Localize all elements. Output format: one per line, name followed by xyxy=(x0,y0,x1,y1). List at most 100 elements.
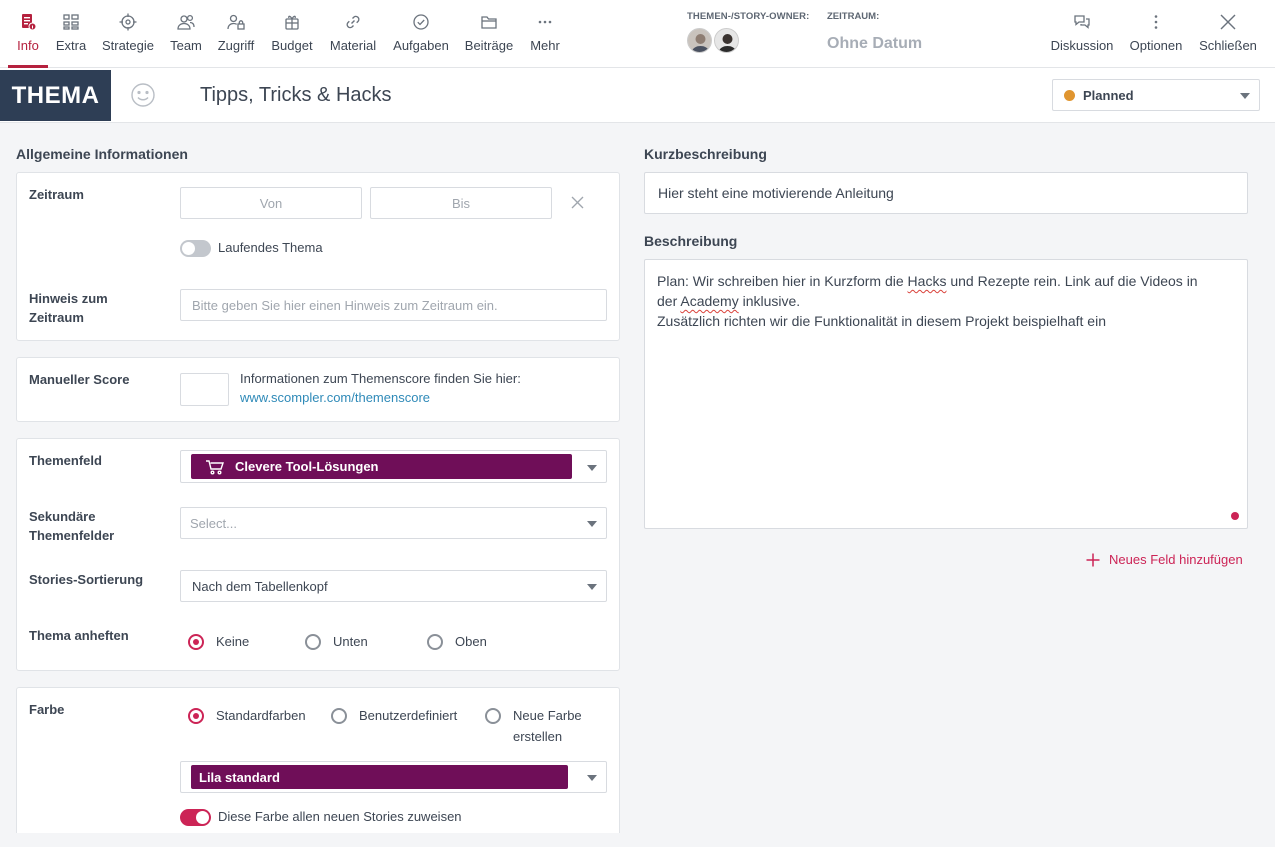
farbe-assign-toggle[interactable] xyxy=(180,809,211,826)
nav-tab-zugriff[interactable]: Zugriff xyxy=(214,0,258,68)
kurzbeschreibung-value: Hier steht eine motivierende Anleitung xyxy=(658,185,894,201)
user-lock-icon xyxy=(226,12,246,32)
nav-tab-label: Aufgaben xyxy=(393,38,449,53)
score-info-link[interactable]: www.scompler.com/themenscore xyxy=(240,390,430,405)
nav-tab-beitraege[interactable]: Beiträge xyxy=(463,0,515,68)
score-input[interactable] xyxy=(180,373,229,406)
laufendes-thema-toggle[interactable] xyxy=(180,240,211,257)
optionen-button[interactable]: Optionen xyxy=(1127,0,1185,68)
date-to-input[interactable]: Bis xyxy=(370,187,552,219)
nav-tab-label: Beiträge xyxy=(464,38,514,53)
field-label-line: Hinweis zum xyxy=(29,291,108,306)
nav-tab-strategie[interactable]: Strategie xyxy=(100,0,156,68)
toggle-knob xyxy=(196,811,209,824)
status-select[interactable]: Planned xyxy=(1052,79,1260,111)
target-icon xyxy=(118,12,138,32)
date-from-input[interactable]: Von xyxy=(180,187,362,219)
field-label-sortierung: Stories-Sortierung xyxy=(29,572,144,587)
radio-anheften-oben[interactable] xyxy=(427,634,443,650)
radio-label-erstellen: erstellen xyxy=(513,729,563,744)
field-label-themenfeld: Themenfeld xyxy=(29,453,102,468)
nav-tab-label: Strategie xyxy=(101,38,155,53)
radio-label-neue-farbe: Neue Farbe xyxy=(513,708,582,723)
nav-tab-label: Material xyxy=(329,38,377,53)
add-field-label: Neues Feld hinzufügen xyxy=(1109,552,1243,567)
close-icon xyxy=(1218,12,1238,32)
kurzbeschreibung-input[interactable]: Hier steht eine motivierende Anleitung xyxy=(644,172,1248,214)
nav-tab-label: Budget xyxy=(271,38,313,53)
nav-tab-label: Zugriff xyxy=(217,38,255,53)
text-run: und Rezepte rein. Link auf die Videos in xyxy=(946,273,1198,289)
owner-avatar[interactable] xyxy=(687,28,712,53)
nav-tab-label: Team xyxy=(170,38,202,53)
nav-tab-aufgaben[interactable]: Aufgaben xyxy=(391,0,451,68)
folder-icon xyxy=(479,12,499,32)
sortierung-value: Nach dem Tabellenkopf xyxy=(192,578,328,594)
field-label-farbe: Farbe xyxy=(29,702,65,717)
nav-tab-mehr[interactable]: Mehr xyxy=(527,0,563,68)
nav-tab-label: Extra xyxy=(55,38,87,53)
chevron-down-icon xyxy=(1240,93,1250,99)
radio-anheften-unten[interactable] xyxy=(305,634,321,650)
nav-tab-material[interactable]: Material xyxy=(326,0,380,68)
chevron-down-icon xyxy=(587,521,597,527)
plus-icon xyxy=(1086,553,1100,567)
nav-tab-label: Mehr xyxy=(530,38,560,53)
section-title-allgemein: Allgemeine Informationen xyxy=(16,146,188,162)
date-from-placeholder: Von xyxy=(259,195,283,211)
smiley-icon[interactable] xyxy=(130,82,156,108)
spellcheck-word: Academy xyxy=(680,293,739,309)
nav-tab-info[interactable]: Info xyxy=(8,0,48,68)
page-title[interactable]: Tipps, Tricks & Hacks xyxy=(200,84,392,107)
owner-avatar[interactable] xyxy=(714,28,739,53)
radio-farbe-benutzerdefiniert[interactable] xyxy=(331,708,347,724)
person-avatar-icon xyxy=(688,29,711,52)
farbe-pill: Lila standard xyxy=(191,765,568,789)
nav-tab-budget[interactable]: Budget xyxy=(270,0,314,68)
sortierung-select[interactable]: Nach dem Tabellenkopf xyxy=(180,570,607,602)
field-label-zeitraum: Zeitraum xyxy=(29,187,84,202)
radio-anheften-keine[interactable] xyxy=(188,634,204,650)
more-dots-icon xyxy=(535,12,555,32)
beschreibung-text: Plan: Wir schreiben hier in Kurzform die… xyxy=(657,271,1237,331)
optionen-label: Optionen xyxy=(1129,38,1183,53)
hinweis-input[interactable]: Bitte geben Sie hier einen Hinweis zum Z… xyxy=(180,289,607,321)
diskussion-label: Diskussion xyxy=(1050,38,1114,53)
field-label-line: Themenfelder xyxy=(29,528,115,543)
schliessen-button[interactable]: Schließen xyxy=(1198,0,1258,68)
sekundaer-select[interactable]: Select... xyxy=(180,507,607,539)
radio-farbe-neu[interactable] xyxy=(485,708,501,724)
farbe-value: Lila standard xyxy=(199,769,280,785)
team-icon xyxy=(176,12,196,32)
score-info-text: Informationen zum Themenscore finden Sie… xyxy=(240,371,521,386)
nav-tab-extra[interactable]: Extra xyxy=(53,0,89,68)
owner-header-label: THEMEN-/STORY-OWNER: xyxy=(687,11,810,22)
add-field-button[interactable]: Neues Feld hinzufügen xyxy=(1086,552,1243,567)
zeitraum-header-value[interactable]: Ohne Datum xyxy=(827,35,922,53)
text-run: der xyxy=(657,293,681,309)
text-run: Plan: Wir schreiben hier in Kurzform die xyxy=(657,273,908,289)
sekundaer-placeholder: Select... xyxy=(190,515,237,531)
spellcheck-word: Hacks xyxy=(907,273,947,289)
clear-date-button[interactable] xyxy=(571,196,584,209)
themenfeld-value: Clevere Tool-Lösungen xyxy=(235,459,379,474)
chevron-down-icon xyxy=(587,465,597,471)
title-bar: THEMA Tipps, Tricks & Hacks Planned xyxy=(0,68,1275,123)
unsaved-indicator-dot xyxy=(1231,512,1239,520)
radio-farbe-standard[interactable] xyxy=(188,708,204,724)
section-title-beschreibung: Beschreibung xyxy=(644,233,738,249)
info-document-icon xyxy=(18,12,38,32)
zeitraum-header-label: ZEITRAUM: xyxy=(827,11,880,22)
field-label-sekundaer: Sekundäre Themenfelder xyxy=(29,507,114,545)
schliessen-label: Schließen xyxy=(1199,38,1257,53)
radio-label-benutzerdefiniert: Benutzerdefiniert xyxy=(359,708,458,723)
hinweis-placeholder: Bitte geben Sie hier einen Hinweis zum Z… xyxy=(192,297,498,313)
gift-icon xyxy=(282,12,302,32)
nav-tab-team[interactable]: Team xyxy=(167,0,205,68)
status-value: Planned xyxy=(1083,88,1134,103)
nav-tab-label: Info xyxy=(17,38,39,53)
diskussion-button[interactable]: Diskussion xyxy=(1048,0,1116,68)
link-icon xyxy=(343,12,363,32)
beschreibung-line: Plan: Wir schreiben hier in Kurzform die… xyxy=(657,271,1237,291)
section-title-kurzbeschreibung: Kurzbeschreibung xyxy=(644,146,767,162)
